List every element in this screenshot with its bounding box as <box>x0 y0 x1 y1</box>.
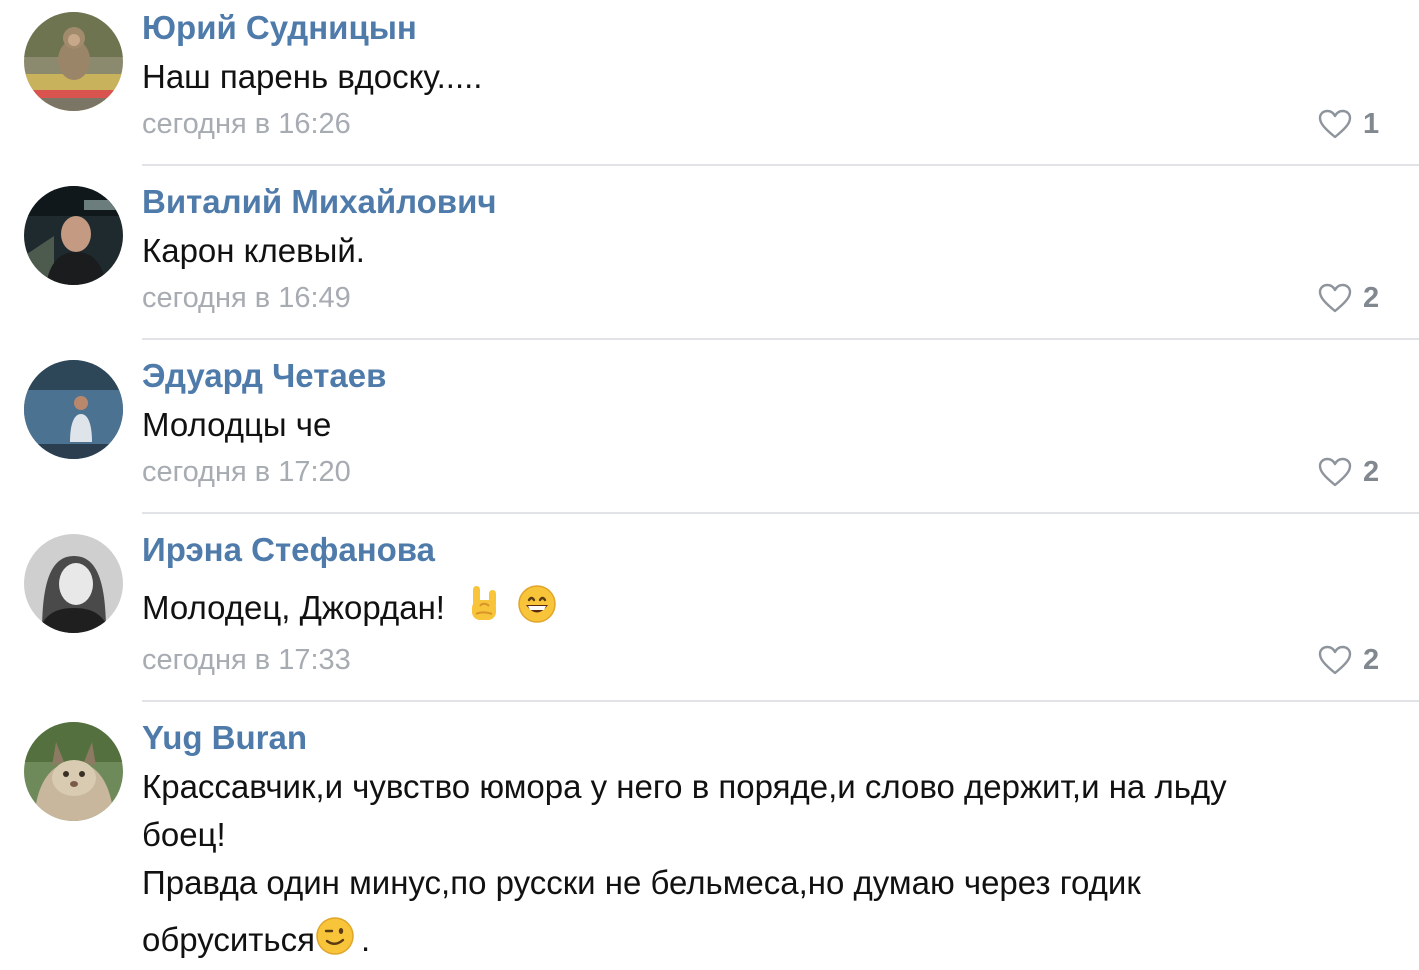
winking-face-emoji-icon <box>315 916 355 969</box>
heart-icon <box>1318 645 1352 675</box>
comment-text-content: Молодец, Джордан! <box>142 589 445 627</box>
like-button[interactable]: 2 <box>1318 454 1379 490</box>
divider <box>142 512 1419 514</box>
monkey-avatar-icon <box>24 12 123 111</box>
comment-text-line: обруситься . <box>142 916 370 969</box>
comment-text: Наш парень вдоску..... <box>142 58 483 95</box>
comment-text-line: Крассавчик,и чувство юмора у него в поря… <box>142 768 1227 805</box>
comment-text: Молодец, Джордан! <box>142 584 557 637</box>
comment-author[interactable]: Yug Buran <box>142 718 307 758</box>
man-night-avatar-icon <box>24 186 123 285</box>
divider <box>142 338 1419 340</box>
like-button[interactable]: 2 <box>1318 280 1379 316</box>
comment-text: Карон клевый. <box>142 232 365 269</box>
man-lake-avatar-icon <box>24 360 123 459</box>
comment-time: сегодня в 17:33 <box>142 644 351 676</box>
comment-text-line: боец! <box>142 816 226 853</box>
like-button[interactable]: 1 <box>1318 106 1379 142</box>
comment-author[interactable]: Юрий Судницын <box>142 8 417 48</box>
avatar[interactable] <box>24 722 123 821</box>
horns-emoji-icon <box>468 584 500 637</box>
like-count: 2 <box>1363 455 1380 488</box>
like-count: 2 <box>1363 643 1380 676</box>
comment-text: Молодцы че <box>142 406 332 443</box>
avatar[interactable] <box>24 360 123 459</box>
comment-time: сегодня в 16:49 <box>142 282 351 314</box>
like-count: 1 <box>1363 107 1380 140</box>
comment-time: сегодня в 16:26 <box>142 108 351 140</box>
avatar[interactable] <box>24 186 123 285</box>
heart-icon <box>1318 109 1352 139</box>
like-count: 2 <box>1363 281 1380 314</box>
comment-time: сегодня в 17:20 <box>142 456 351 488</box>
like-button[interactable]: 2 <box>1318 642 1379 678</box>
comment-author[interactable]: Виталий Михайлович <box>142 182 497 222</box>
heart-icon <box>1318 457 1352 487</box>
divider <box>142 700 1419 702</box>
divider <box>142 164 1419 166</box>
woman-bw-avatar-icon <box>24 534 123 633</box>
avatar[interactable] <box>24 534 123 633</box>
comment-author[interactable]: Ирэна Стефанова <box>142 530 435 570</box>
comment-author[interactable]: Эдуард Четаев <box>142 356 386 396</box>
lynx-avatar-icon <box>24 722 123 821</box>
comment-text-content: обруситься <box>142 921 315 959</box>
comment-text-content: . <box>360 921 371 959</box>
comment-text-line: Правда один минус,по русски не бельмеса,… <box>142 864 1141 901</box>
grinning-face-emoji-icon <box>517 584 557 637</box>
heart-icon <box>1318 283 1352 313</box>
avatar[interactable] <box>24 12 123 111</box>
